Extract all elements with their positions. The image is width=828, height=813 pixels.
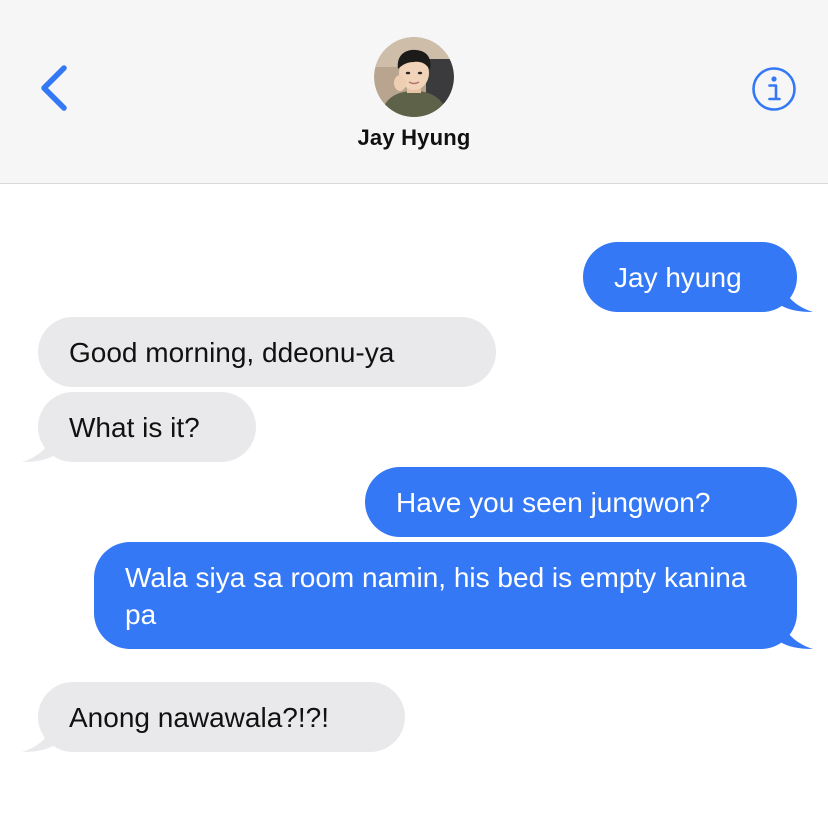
incoming-message[interactable]: Good morning, ddeonu-ya <box>38 317 496 387</box>
outgoing-message[interactable]: Jay hyung <box>583 242 797 312</box>
message-text: Jay hyung <box>614 262 742 293</box>
avatar-photo <box>374 37 454 117</box>
message-text: Have you seen jungwon? <box>396 487 711 518</box>
message-text: Anong nawawala?!?! <box>69 702 329 733</box>
info-circle-icon <box>752 67 796 111</box>
message-text: Wala siya sa room namin, his bed is empt… <box>125 562 747 630</box>
message-text: Good morning, ddeonu-ya <box>69 337 395 368</box>
outgoing-message[interactable]: Have you seen jungwon? <box>365 467 797 537</box>
back-button[interactable] <box>30 60 78 116</box>
message-text: What is it? <box>69 412 200 443</box>
outgoing-message[interactable]: Wala siya sa room namin, his bed is empt… <box>94 542 797 649</box>
contact-avatar[interactable] <box>374 37 454 117</box>
chevron-left-icon <box>41 65 67 111</box>
conversation-header: Jay Hyung <box>0 0 828 184</box>
incoming-message[interactable]: Anong nawawala?!?! <box>38 682 405 752</box>
contact-name[interactable]: Jay Hyung <box>0 125 828 151</box>
incoming-message[interactable]: What is it? <box>38 392 256 462</box>
messages-screen: Jay Hyung Jay hyung Good morning, ddeonu… <box>0 0 828 813</box>
info-button[interactable] <box>750 66 798 114</box>
